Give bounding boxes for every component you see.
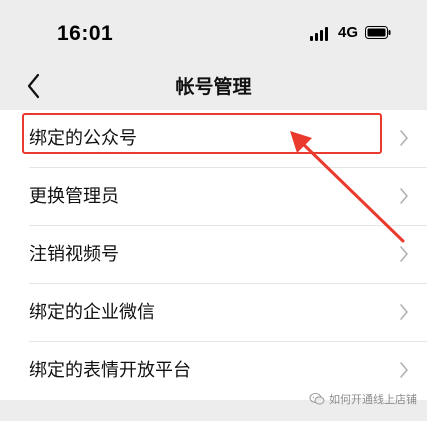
account-settings-list: 绑定的公众号 更换管理员 注销视频号 绑定的企业微信 绑定的表情开放平台 (0, 110, 427, 400)
settings-item-bound-official-account[interactable]: 绑定的公众号 (0, 110, 427, 168)
watermark: 如何开通线上店铺 (309, 391, 417, 407)
chevron-right-icon (400, 304, 408, 320)
status-bar: 16:01 4G (0, 0, 427, 68)
signal-bars-icon (309, 25, 331, 41)
settings-item-label: 绑定的企业微信 (29, 302, 155, 323)
wechat-bubble-icon (309, 393, 325, 405)
chevron-right-icon (400, 188, 408, 204)
settings-item-change-admin[interactable]: 更换管理员 (0, 168, 427, 226)
settings-item-label: 绑定的公众号 (29, 128, 137, 149)
watermark-text: 如何开通线上店铺 (329, 393, 417, 406)
chevron-right-icon (400, 362, 408, 378)
battery-icon (365, 26, 391, 39)
status-indicators: 4G (309, 24, 391, 41)
chevron-right-icon (400, 246, 408, 262)
settings-item-bound-wecom[interactable]: 绑定的企业微信 (0, 284, 427, 342)
settings-item-label: 绑定的表情开放平台 (29, 360, 191, 381)
settings-item-label: 注销视频号 (29, 244, 119, 265)
settings-item-label: 更换管理员 (29, 186, 119, 207)
settings-item-cancel-channel[interactable]: 注销视频号 (0, 226, 427, 284)
status-time: 16:01 (57, 22, 114, 45)
navigation-bar: 帐号管理 (0, 68, 427, 110)
network-type-label: 4G (337, 24, 358, 41)
page-title: 帐号管理 (175, 76, 252, 98)
chevron-right-icon (400, 130, 408, 146)
